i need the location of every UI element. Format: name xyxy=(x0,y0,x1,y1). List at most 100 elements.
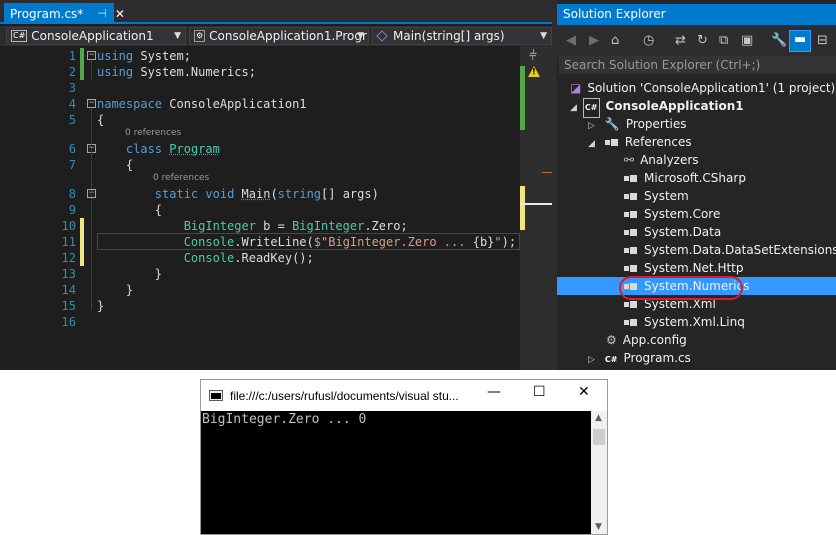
line-number: 14 xyxy=(61,283,76,297)
maximize-icon[interactable]: ☐ xyxy=(533,384,546,400)
project-dropdown[interactable]: C# ConsoleApplication1 ▼ xyxy=(6,27,186,45)
reference-item[interactable]: ⚯ Analyzers xyxy=(624,151,699,169)
refresh-icon[interactable]: ↻ xyxy=(697,33,708,48)
expanded-icon[interactable]: ◢ xyxy=(588,139,595,149)
console-title: file:///c:/users/rufusl/documents/visual… xyxy=(230,389,459,403)
back-icon[interactable]: ◀ xyxy=(566,33,576,48)
more-icon[interactable]: ⊟ xyxy=(817,33,828,48)
csharp-project-icon: C# xyxy=(11,30,28,42)
collapse-all-icon[interactable]: ⧉ xyxy=(719,33,728,48)
properties-wrench-icon[interactable]: 🔧 xyxy=(771,33,787,48)
close-tab-icon[interactable]: ✕ xyxy=(115,7,125,21)
project-node[interactable]: ◢ C# ConsoleApplication1 xyxy=(570,97,744,118)
expanded-icon[interactable]: ◢ xyxy=(570,103,577,113)
reference-item[interactable]: System.Xml.Linq xyxy=(624,313,745,331)
warning-icon[interactable]: ! xyxy=(528,66,540,77)
saved-change-bar xyxy=(80,48,84,80)
code-line: using System.Numerics; xyxy=(97,65,256,79)
solution-node[interactable]: ◪ Solution 'ConsoleApplication1' (1 proje… xyxy=(570,79,835,97)
code-line: using System; xyxy=(97,49,191,63)
scroll-up-icon[interactable]: ▲ xyxy=(595,413,602,423)
code-line: { xyxy=(97,203,163,217)
line-number: 11 xyxy=(61,235,76,249)
reference-item[interactable]: System xyxy=(624,187,689,205)
properties-node[interactable]: ▷ 🔧 Properties xyxy=(588,115,687,133)
reference-label: System.Data xyxy=(644,225,722,239)
collapsed-icon[interactable]: ▷ xyxy=(588,355,595,365)
pin-icon[interactable]: ⊣ xyxy=(97,7,107,20)
line-number: 15 xyxy=(61,299,76,313)
assembly-reference-icon xyxy=(624,300,638,309)
line-number: 8 xyxy=(68,187,76,201)
codelens-references[interactable]: 0 references xyxy=(125,128,181,138)
scroll-thumb[interactable] xyxy=(593,429,605,445)
fold-guide xyxy=(91,109,92,309)
project-dropdown-label: ConsoleApplication1 xyxy=(31,29,154,43)
solution-explorer-title[interactable]: Solution Explorer xyxy=(557,4,836,25)
preview-selected-icon[interactable]: ▬ xyxy=(789,30,811,52)
scroll-warning-marker xyxy=(542,172,552,173)
chevron-down-icon: ▼ xyxy=(540,31,547,41)
minimize-icon[interactable]: — xyxy=(487,384,501,400)
solution-label: Solution 'ConsoleApplication1' (1 projec… xyxy=(587,81,836,95)
programcs-node[interactable]: ▷ C# Program.cs xyxy=(588,349,691,367)
code-line: } xyxy=(97,299,105,313)
scroll-change-marker xyxy=(520,186,525,230)
assembly-reference-icon xyxy=(624,210,638,219)
collapse-icon[interactable]: − xyxy=(87,99,96,108)
show-all-files-icon[interactable]: ▣ xyxy=(741,33,753,48)
assembly-reference-icon xyxy=(624,192,638,201)
code-line: { xyxy=(97,113,105,127)
reference-item[interactable]: System.Net.Http xyxy=(624,259,744,277)
line-number: 13 xyxy=(61,267,76,281)
reference-label: Microsoft.CSharp xyxy=(644,171,746,185)
code-line: namespace ConsoleApplication1 xyxy=(97,97,307,111)
solution-explorer-toolbar: ◀ ▶ ⌂ ◷ ⇄ ↻ ⧉ ▣ 🔧 ▬ ⊟ xyxy=(557,25,836,57)
code-area[interactable]: 1 2 3 4 5 6 7 8 9 10 11 12 13 14 15 16 −… xyxy=(0,46,520,370)
line-number: 16 xyxy=(61,315,76,329)
pending-changes-icon[interactable]: ◷ xyxy=(643,33,654,48)
reference-item[interactable]: Microsoft.CSharp xyxy=(624,169,746,187)
collapse-icon[interactable]: − xyxy=(87,51,96,60)
project-label: ConsoleApplication1 xyxy=(605,99,744,113)
code-line: } xyxy=(97,267,163,281)
tab-program-cs[interactable]: Program.cs* ⊣ ✕ xyxy=(4,3,125,24)
class-dropdown-label: ConsoleApplication1.Progr xyxy=(209,29,367,43)
code-line: Console.WriteLine($"BigInteger.Zero ... … xyxy=(183,235,517,249)
scroll-change-marker xyxy=(520,66,525,130)
close-icon[interactable]: ✕ xyxy=(578,384,590,400)
forward-icon[interactable]: ▶ xyxy=(589,33,599,48)
code-line: { xyxy=(97,158,134,172)
console-scrollbar[interactable]: ▲ ▼ xyxy=(591,411,607,534)
reference-label: System.Xml.Linq xyxy=(644,315,745,329)
home-icon[interactable]: ⌂ xyxy=(611,33,619,48)
assembly-reference-icon xyxy=(624,246,638,255)
console-title-bar[interactable]: file:///c:/users/rufusl/documents/visual… xyxy=(201,380,607,411)
member-dropdown[interactable]: Main(string[] args) ▼ xyxy=(372,27,552,45)
solution-icon: ◪ xyxy=(570,81,582,95)
wrench-icon: 🔧 xyxy=(604,117,620,131)
class-dropdown[interactable]: ⚙ ConsoleApplication1.Progr ▼ xyxy=(189,27,369,45)
reference-item[interactable]: System.Data.DataSetExtensions xyxy=(624,241,836,259)
class-icon: ⚙ xyxy=(194,30,206,42)
solution-explorer-search[interactable]: Search Solution Explorer (Ctrl+;) xyxy=(559,56,836,74)
sync-icon[interactable]: ⇄ xyxy=(675,33,686,48)
split-window-icon[interactable]: ⫩ xyxy=(529,48,537,64)
method-icon xyxy=(376,30,388,42)
navigation-bar: C# ConsoleApplication1 ▼ ⚙ ConsoleApplic… xyxy=(0,26,552,46)
console-output: BigInteger.Zero ... 0 xyxy=(201,411,591,534)
codelens-references[interactable]: 0 references xyxy=(153,173,209,183)
scroll-down-icon[interactable]: ▼ xyxy=(595,522,602,532)
scroll-caret-marker xyxy=(520,203,552,205)
properties-label: Properties xyxy=(625,117,687,131)
references-node[interactable]: ◢ References xyxy=(588,133,692,151)
reference-item[interactable]: System.Core xyxy=(624,205,720,223)
console-window: file:///c:/users/rufusl/documents/visual… xyxy=(200,379,608,535)
collapsed-icon[interactable]: ▷ xyxy=(588,121,595,131)
code-line: static void Main(string[] args) xyxy=(154,187,379,201)
reference-item[interactable]: System.Data xyxy=(624,223,721,241)
appconfig-label: App.config xyxy=(622,333,687,347)
line-number: 6 xyxy=(68,142,76,156)
editor-scrollbar[interactable] xyxy=(520,46,552,370)
appconfig-node[interactable]: ⚙ App.config xyxy=(606,331,687,349)
